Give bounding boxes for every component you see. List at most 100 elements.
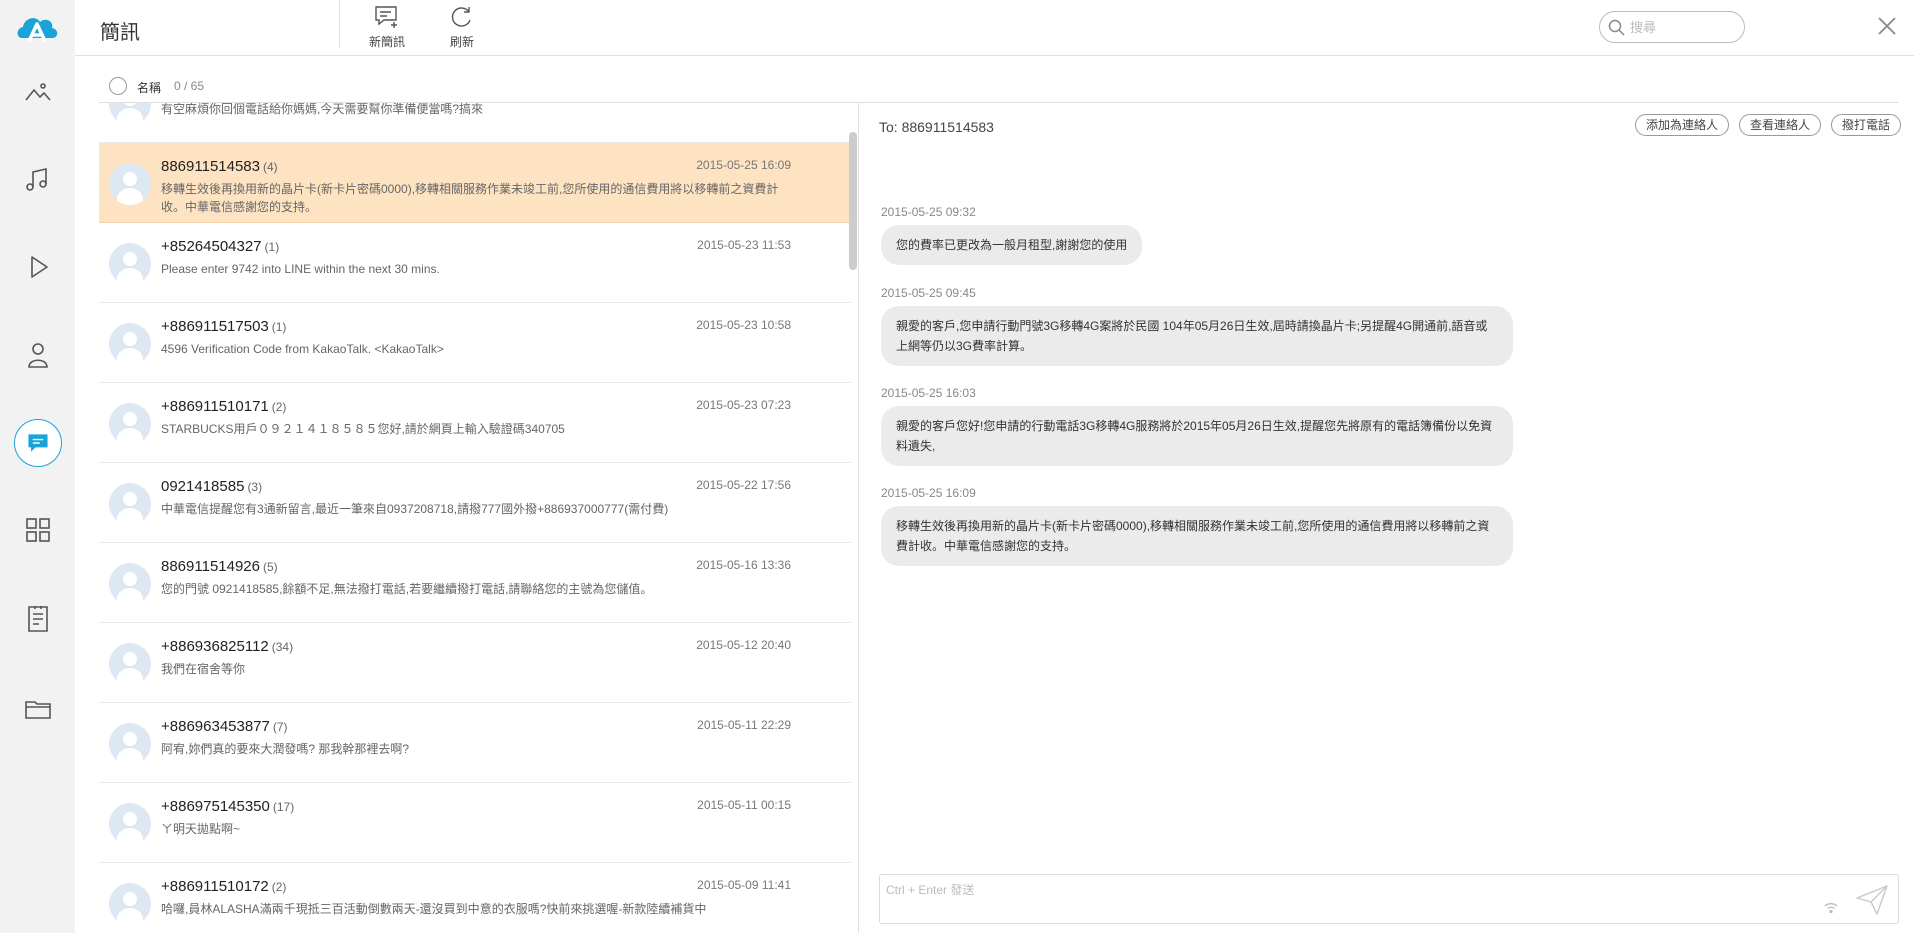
- close-icon[interactable]: [1875, 14, 1899, 38]
- thread-number: 886911514583: [161, 158, 260, 175]
- apps-icon: [25, 518, 50, 542]
- thread-row[interactable]: +886975145350 (17) 2015-05-11 00:15 ㄚ明天拋點啊~: [99, 783, 851, 863]
- nav-apps[interactable]: [0, 500, 75, 560]
- avatar-body: [117, 908, 143, 925]
- thread-row[interactable]: +886911510172 (2) 2015-05-09 11:41 哈囉,員林ALA…: [99, 863, 851, 933]
- thread-name: +886936825112 (34): [161, 638, 293, 655]
- list-scrollbar[interactable]: [849, 132, 857, 270]
- avatar-body: [117, 108, 143, 125]
- thread-row[interactable]: 886911514583 (4) 2015-05-25 16:09 移轉生效後再換用新…: [99, 143, 851, 223]
- avatar: [109, 643, 151, 685]
- thread-count: (3): [247, 480, 263, 494]
- folder-icon: [24, 701, 51, 719]
- thread-number: 886911514926: [161, 558, 260, 575]
- message-3: 2015-05-25 16:03 親愛的客戶您好!您申請的行動電話3G移轉4G服…: [881, 386, 1513, 466]
- thread-preview: 您的門號 0921418585,餘額不足,無法撥打電話,若要繼續撥打電話,請聯絡…: [161, 582, 653, 596]
- thread-preview: 阿宥,妳們真的要來大潤發嗎? 那我幹那裡去啊?: [161, 742, 410, 756]
- thread-row[interactable]: 886911514926 (5) 2015-05-16 13:36 您的門號 0921…: [99, 543, 851, 623]
- thread-time: 2015-05-09 11:41: [697, 878, 791, 892]
- new-message-button[interactable]: 新簡訊: [357, 4, 417, 50]
- nav-music[interactable]: [0, 150, 75, 210]
- thread-count: (1): [264, 240, 280, 254]
- thread-row[interactable]: +886963453877 (7) 2015-05-11 22:29 阿宥,妳們真的要…: [99, 703, 851, 783]
- thread-row[interactable]: +886936825112 (34) 2015-05-12 20:40 我們在宿舍等你: [99, 623, 851, 703]
- recipient-line: To: 886911514583: [879, 119, 994, 135]
- thread-list[interactable]: 有空麻煩你回個電話給你媽媽,今天需要幫你準備便當嗎?搞來 886911514583…: [99, 103, 851, 933]
- add-contact-button[interactable]: 添加為連絡人: [1634, 114, 1729, 136]
- message-4: 2015-05-25 16:09 移轉生效後再換用新的晶片卡(新卡片密碼0000…: [881, 486, 1513, 566]
- thread-preview: 我們在宿舍等你: [161, 662, 246, 676]
- thread-time: 2015-05-11 22:29: [697, 718, 791, 732]
- list-header: 名稱 0 / 65: [99, 57, 1899, 103]
- thread-number: +886911510171: [161, 398, 269, 415]
- call-button[interactable]: 撥打電話: [1830, 114, 1901, 136]
- thread-count: (17): [272, 800, 295, 814]
- search-input[interactable]: [1630, 17, 1738, 37]
- nav-photos[interactable]: [0, 63, 75, 123]
- toolbar-divider: [339, 0, 340, 48]
- avatar-body: [117, 428, 143, 445]
- thread-number: +85264504327: [161, 238, 262, 255]
- avatar: [109, 323, 151, 365]
- thread-time: 2015-05-22 17:56: [696, 478, 791, 492]
- message-bubble: 移轉生效後再換用新的晶片卡(新卡片密碼0000),移轉相關服務作業未竣工前,您所…: [881, 506, 1513, 566]
- thread-count: (4): [263, 160, 278, 174]
- nav-messages[interactable]: [0, 413, 75, 473]
- thread-number: +886975145350: [161, 798, 270, 815]
- thread-name: +85264504327 (1): [161, 238, 279, 255]
- avatar-body: [117, 348, 143, 365]
- message-time: 2015-05-25 16:09: [881, 486, 976, 500]
- active-indicator: [13, 419, 62, 467]
- thread-row[interactable]: +886911510171 (2) 2015-05-23 07:23 STARBUCK…: [99, 383, 851, 463]
- search-box[interactable]: [1599, 11, 1745, 43]
- thread-row[interactable]: +85264504327 (1) 2015-05-23 11:53 Please en…: [99, 223, 851, 303]
- thread-time: 2015-05-25 16:09: [696, 158, 791, 172]
- avatar-body: [117, 188, 143, 205]
- refresh-button[interactable]: 刷新: [432, 4, 492, 50]
- nav-contacts[interactable]: [0, 325, 75, 385]
- avatar-head: [123, 332, 137, 346]
- message-time: 2015-05-25 09:32: [881, 205, 976, 219]
- nav-video[interactable]: [0, 237, 75, 297]
- avatar: [109, 163, 151, 205]
- thread-count: (2): [271, 880, 287, 894]
- video-icon: [30, 256, 48, 278]
- refresh-icon: [451, 7, 471, 27]
- thread-row[interactable]: 0921418585 (3) 2015-05-22 17:56 中華電信提醒您有3通新…: [99, 463, 851, 543]
- thread-time: 2015-05-23 10:58: [696, 318, 791, 332]
- app-logo: [17, 18, 58, 42]
- list-name-label: 名稱: [137, 81, 162, 95]
- thread-preview: 有空麻煩你回個電話給你媽媽,今天需要幫你準備便當嗎?搞來: [161, 103, 484, 116]
- thread-time: 2015-05-23 07:23: [696, 398, 791, 412]
- avatar: [109, 723, 151, 765]
- message-1: 2015-05-25 09:32 您的費率已更改為一般月租型,謝謝您的使用: [881, 205, 1143, 265]
- thread-preview: STARBUCKS用戶０９２１４１８５８５您好,請於網頁上輸入驗證碼340705: [161, 422, 565, 436]
- avatar-head: [123, 572, 137, 586]
- avatar-body: [117, 668, 143, 685]
- thread-preview: Please enter 9742 into LINE within the n…: [161, 262, 440, 276]
- thread-count: (5): [263, 560, 278, 574]
- thread-name: +886975145350 (17): [161, 798, 294, 815]
- refresh-label: 刷新: [449, 35, 474, 49]
- thread-list-inner: 有空麻煩你回個電話給你媽媽,今天需要幫你準備便當嗎?搞來 886911514583…: [99, 103, 851, 933]
- avatar-head: [123, 812, 137, 826]
- thread-row[interactable]: 有空麻煩你回個電話給你媽媽,今天需要幫你準備便當嗎?搞來: [99, 103, 851, 143]
- page-title: 簡訊: [100, 22, 140, 44]
- nav-files[interactable]: [0, 679, 75, 739]
- send-icon[interactable]: [1855, 884, 1889, 916]
- thread-name: 886911514583 (4): [161, 158, 278, 175]
- thread-preview: ㄚ明天拋點啊~: [161, 822, 241, 836]
- avatar-head: [123, 412, 137, 426]
- view-contact-button[interactable]: 查看連絡人: [1738, 114, 1821, 136]
- nav-rail: [0, 0, 75, 933]
- thread-row[interactable]: +886911517503 (1) 2015-05-23 10:58 4596 Ver…: [99, 303, 851, 383]
- nav-notes[interactable]: [0, 589, 75, 649]
- thread-number: +886963453877: [161, 718, 270, 735]
- notes-icon: [27, 606, 48, 632]
- compose-input[interactable]: [886, 881, 1786, 917]
- message-time: 2015-05-25 16:03: [881, 386, 976, 400]
- thread-time: 2015-05-12 20:40: [696, 638, 791, 652]
- select-all-radio[interactable]: [109, 77, 127, 95]
- selection-count: 0 / 65: [174, 79, 205, 93]
- message-bubble: 您的費率已更改為一般月租型,謝謝您的使用: [881, 225, 1143, 265]
